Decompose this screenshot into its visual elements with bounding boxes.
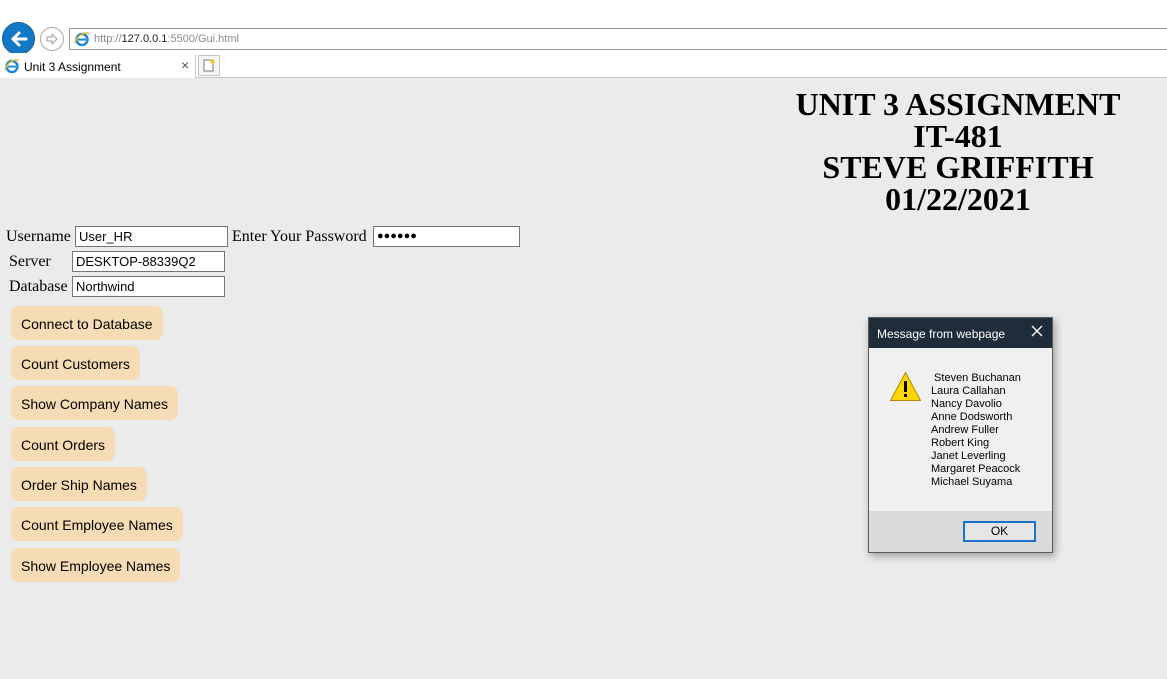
dialog-footer: OK xyxy=(869,511,1052,552)
heading-line-4: 01/22/2021 xyxy=(885,180,1031,217)
tab-title: Unit 3 Assignment xyxy=(24,60,121,74)
forward-button[interactable] xyxy=(40,27,64,51)
back-button[interactable] xyxy=(2,22,35,55)
new-tab-icon xyxy=(203,59,215,72)
back-arrow-icon xyxy=(11,31,28,47)
database-input[interactable]: Northwind xyxy=(72,276,225,297)
forward-arrow-icon xyxy=(46,33,58,45)
heading-line-1: UNIT 3 ASSIGNMENT xyxy=(795,86,1121,122)
tab-strip: Unit 3 Assignment × xyxy=(0,53,1167,78)
dialog-title: Message from webpage xyxy=(877,327,1006,341)
dialog-message: Steven Buchanan Laura Callahan Nancy Dav… xyxy=(931,372,1021,488)
heading-line-3: STEVE GRIFFITH xyxy=(822,149,1094,185)
server-label: Server xyxy=(9,253,51,270)
url-text: http://127.0.0.1:5500/Gui.html xyxy=(94,33,239,45)
password-label: Enter Your Password xyxy=(232,228,367,245)
heading-line-2: IT-481 xyxy=(913,117,1003,154)
count-customers-button[interactable]: Count Customers xyxy=(11,346,140,380)
connect-to-database-button[interactable]: Connect to Database xyxy=(11,306,163,340)
count-employee-names-button[interactable]: Count Employee Names xyxy=(11,507,183,541)
tab-unit-3-assignment[interactable]: Unit 3 Assignment × xyxy=(0,54,196,78)
ok-button[interactable]: OK xyxy=(963,521,1036,542)
count-orders-button[interactable]: Count Orders xyxy=(11,427,116,461)
password-input[interactable]: ●●●●●● xyxy=(373,226,520,247)
server-input[interactable]: DESKTOP-88339Q2 xyxy=(72,251,225,272)
close-tab-icon[interactable]: × xyxy=(181,57,189,73)
warning-icon xyxy=(889,371,922,401)
page-heading: UNIT 3 ASSIGNMENT IT-481 STEVE GRIFFITH … xyxy=(748,86,1167,217)
show-company-names-button[interactable]: Show Company Names xyxy=(11,386,179,420)
address-bar[interactable]: http://127.0.0.1:5500/Gui.html xyxy=(69,28,1167,50)
order-ship-names-button[interactable]: Order Ship Names xyxy=(11,467,147,501)
dialog-titlebar: Message from webpage xyxy=(869,318,1052,348)
username-input[interactable]: User_HR xyxy=(75,226,228,247)
show-employee-names-button[interactable]: Show Employee Names xyxy=(11,548,181,582)
new-tab-button[interactable] xyxy=(198,55,220,76)
database-label: Database xyxy=(9,278,68,295)
close-icon[interactable] xyxy=(1030,324,1044,338)
alert-dialog: Message from webpage Steven Buchanan Lau… xyxy=(868,317,1053,553)
ie-logo-icon xyxy=(74,32,90,47)
ie-logo-icon xyxy=(4,59,20,74)
username-label: Username xyxy=(6,228,71,245)
browser-chrome: http://127.0.0.1:5500/Gui.html Unit 3 As… xyxy=(0,0,1167,78)
